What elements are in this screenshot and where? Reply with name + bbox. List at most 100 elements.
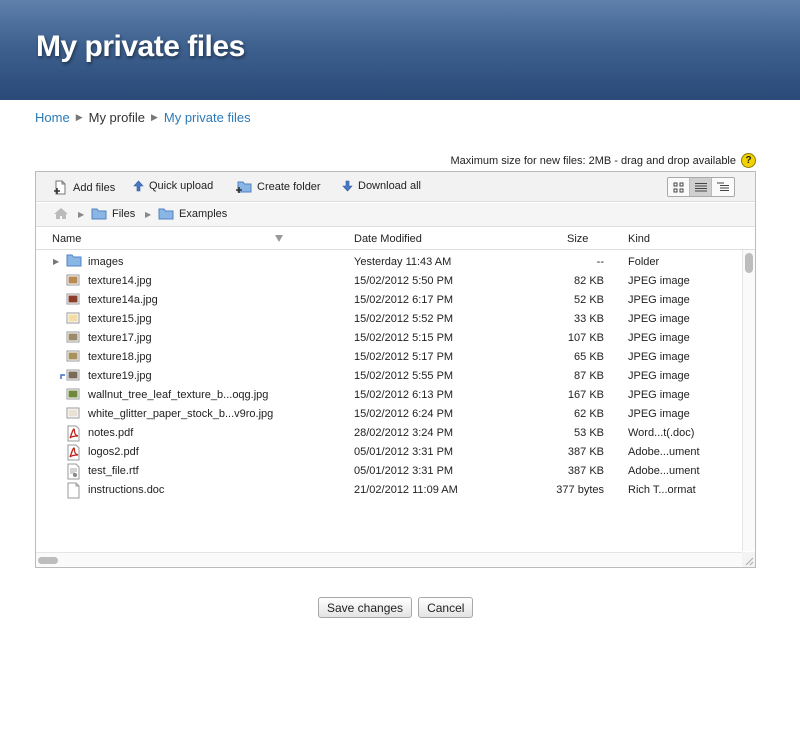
file-size: 52 KB — [574, 294, 604, 306]
file-row[interactable]: texture15.jpg 15/02/2012 5:52 PM 33 KB JPEG… — [36, 310, 741, 329]
file-date: 15/02/2012 5:17 PM — [354, 351, 454, 363]
file-kind: JPEG image — [628, 408, 690, 420]
file-size: 82 KB — [574, 275, 604, 287]
file-date: 15/02/2012 5:55 PM — [354, 370, 454, 382]
file-row[interactable]: notes.pdf 28/02/2012 3:24 PM 53 KB Word...t… — [36, 424, 741, 443]
sort-arrow-icon[interactable] — [275, 235, 283, 242]
file-kind: JPEG image — [628, 351, 690, 363]
breadcrumb: Home ▶ My profile ▶ My private files — [35, 110, 251, 125]
help-icon[interactable]: ? — [741, 153, 756, 168]
column-date[interactable]: Date Modified — [354, 233, 422, 245]
pdf-icon — [66, 425, 81, 445]
upload-arrow-icon — [133, 180, 144, 192]
path-separator-icon: ▶ — [78, 210, 85, 219]
scroll-thumb[interactable] — [745, 253, 753, 273]
tree-view-button[interactable] — [712, 178, 734, 196]
breadcrumb-separator-icon: ▶ — [75, 112, 83, 122]
column-size[interactable]: Size — [567, 233, 588, 245]
file-name: texture14.jpg — [88, 275, 152, 287]
image-thumbnail-icon — [66, 273, 80, 290]
page-header: My private files — [0, 0, 800, 100]
file-size: 107 KB — [567, 332, 604, 344]
page-title: My private files — [36, 30, 245, 63]
list-view-button[interactable] — [690, 178, 712, 196]
path-examples-link[interactable]: Examples — [158, 208, 227, 220]
breadcrumb-current-link[interactable]: My private files — [164, 110, 251, 125]
folder-icon — [91, 208, 107, 220]
file-row[interactable]: texture18.jpg 15/02/2012 5:17 PM 65 KB JPEG… — [36, 348, 741, 367]
column-headers: Name Date Modified Size Kind — [36, 228, 755, 250]
file-kind: JPEG image — [628, 370, 690, 382]
save-changes-button[interactable]: Save changes — [318, 597, 413, 618]
file-list: ▶ images Yesterday 11:43 AM -- Folder texture… — [36, 253, 741, 500]
file-size: 387 KB — [567, 465, 604, 477]
file-kind: Adobe...ument — [628, 446, 700, 458]
file-date: 21/02/2012 11:09 AM — [354, 484, 458, 496]
home-icon[interactable] — [53, 207, 69, 220]
file-date: 15/02/2012 5:52 PM — [354, 313, 454, 325]
file-size: 62 KB — [574, 408, 604, 420]
file-row[interactable]: white_glitter_paper_stock_b...v9ro.jpg 15… — [36, 405, 741, 424]
expand-arrow-icon[interactable]: ▶ — [53, 257, 59, 266]
pdf-icon — [66, 444, 81, 464]
file-date: 05/01/2012 3:31 PM — [354, 465, 454, 477]
path-separator-icon: ▶ — [145, 210, 152, 219]
image-thumbnail-icon — [66, 330, 80, 347]
resize-grip-icon — [745, 557, 754, 566]
file-name: texture17.jpg — [88, 332, 152, 344]
file-kind: JPEG image — [628, 332, 690, 344]
tree-view-icon — [717, 182, 729, 191]
quick-upload-button[interactable]: Quick upload — [133, 180, 213, 192]
path-bar: ▶ Files ▶ Examples — [36, 203, 755, 227]
cancel-button[interactable]: Cancel — [418, 597, 474, 618]
file-date: 05/01/2012 3:31 PM — [354, 446, 454, 458]
folder-row[interactable]: ▶ images Yesterday 11:43 AM -- Folder — [36, 253, 741, 272]
column-name[interactable]: Name — [52, 233, 81, 245]
file-name: white_glitter_paper_stock_b...v9ro.jpg — [88, 408, 274, 420]
add-files-button[interactable]: Add files — [53, 180, 115, 195]
file-row[interactable]: wallnut_tree_leaf_texture_b...oqg.jpg 15/… — [36, 386, 741, 405]
download-all-label: Download all — [358, 180, 421, 192]
file-date: 15/02/2012 5:50 PM — [354, 275, 454, 287]
file-name: test_file.rtf — [88, 465, 139, 477]
breadcrumb-profile: My profile — [88, 110, 145, 125]
file-row[interactable]: test_file.rtf 05/01/2012 3:31 PM 387 KB Ado… — [36, 462, 741, 481]
file-row[interactable]: instructions.doc 21/02/2012 11:09 AM 377 b… — [36, 481, 741, 500]
file-row[interactable]: texture17.jpg 15/02/2012 5:15 PM 107 KB JPE… — [36, 329, 741, 348]
file-row[interactable]: logos2.pdf 05/01/2012 3:31 PM 387 KB Adobe.… — [36, 443, 741, 462]
grid-view-icon — [673, 182, 684, 192]
image-thumbnail-icon — [66, 387, 80, 404]
icon-view-button[interactable] — [668, 178, 690, 196]
image-thumbnail-icon — [66, 368, 80, 385]
list-view-icon — [694, 183, 707, 192]
path-files-label: Files — [112, 208, 136, 220]
download-all-button[interactable]: Download all — [342, 180, 421, 192]
vertical-scrollbar[interactable] — [742, 250, 755, 551]
file-size: 65 KB — [574, 351, 604, 363]
file-kind: JPEG image — [628, 294, 690, 306]
file-row[interactable]: texture19.jpg 15/02/2012 5:55 PM 87 KB JPEG… — [36, 367, 741, 386]
file-name: images — [88, 256, 124, 268]
path-files-link[interactable]: Files — [91, 208, 135, 220]
breadcrumb-home-link[interactable]: Home — [35, 110, 70, 125]
resize-handle[interactable] — [742, 552, 755, 567]
file-kind: JPEG image — [628, 389, 690, 401]
view-switcher — [667, 177, 735, 197]
file-row[interactable]: texture14.jpg 15/02/2012 5:50 PM 82 KB JPEG… — [36, 272, 741, 291]
add-files-label: Add files — [73, 181, 116, 194]
file-row[interactable]: texture14a.jpg 15/02/2012 6:17 PM 52 KB JPE… — [36, 291, 741, 310]
file-name: wallnut_tree_leaf_texture_b...oqg.jpg — [88, 389, 269, 401]
scroll-thumb[interactable] — [38, 557, 58, 564]
create-folder-icon — [235, 180, 252, 194]
create-folder-button[interactable]: Create folder — [235, 180, 321, 194]
download-arrow-icon — [342, 180, 353, 192]
add-file-icon — [53, 180, 68, 195]
column-kind[interactable]: Kind — [628, 233, 650, 245]
quick-upload-label: Quick upload — [149, 180, 214, 192]
file-manager-toolbar: Add files Quick upload Create folder Dow… — [36, 172, 755, 202]
horizontal-scrollbar[interactable] — [36, 552, 742, 567]
file-date: 15/02/2012 5:15 PM — [354, 332, 454, 344]
file-kind: JPEG image — [628, 275, 690, 287]
file-name: texture14a.jpg — [88, 294, 158, 306]
image-thumbnail-icon — [66, 349, 80, 366]
